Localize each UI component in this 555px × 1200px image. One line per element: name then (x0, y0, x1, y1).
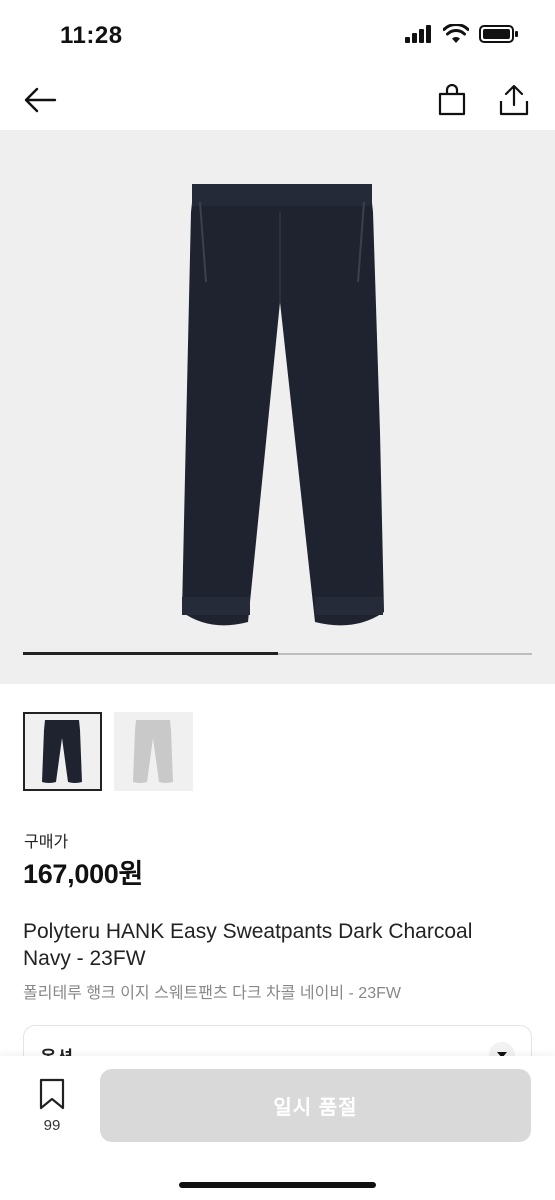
status-icons (405, 24, 519, 44)
battery-icon (479, 25, 518, 43)
wishlist-button[interactable]: 99 (30, 1078, 74, 1134)
bottom-action-bar: 99 일시 품절 (0, 1056, 555, 1200)
share-button[interactable] (494, 80, 534, 120)
carousel-progress-fill (23, 652, 278, 655)
thumbnail-list (23, 712, 193, 791)
price-label: 구매가 (24, 834, 69, 851)
back-arrow-icon (24, 87, 57, 113)
nav-bar (0, 70, 555, 128)
signal-icon (405, 25, 431, 43)
share-icon (499, 84, 529, 116)
bookmark-icon (39, 1078, 65, 1110)
back-button[interactable] (20, 80, 60, 120)
carousel-progress-track (23, 652, 532, 655)
status-bar: 11:28 (0, 0, 555, 70)
product-subtitle: 폴리테루 행크 이지 스웨트팬츠 다크 차콜 네이비 - 23FW (23, 985, 401, 1002)
cart-button[interactable] (432, 80, 472, 120)
shopping-bag-icon (438, 84, 466, 116)
thumbnail-pants-grey (133, 720, 173, 783)
thumbnail-pants-navy (42, 720, 82, 783)
home-indicator (179, 1182, 376, 1188)
product-title: Polyteru HANK Easy Sweatpants Dark Charc… (23, 920, 473, 970)
status-time: 11:28 (60, 22, 123, 49)
sweatpants-image (182, 184, 384, 626)
thumbnail-navy[interactable] (23, 712, 102, 791)
wifi-icon (443, 24, 469, 43)
wishlist-count: 99 (43, 1117, 61, 1134)
product-price: 167,000원 (23, 859, 144, 889)
sold-out-button[interactable]: 일시 품절 (100, 1069, 531, 1142)
thumbnail-grey[interactable] (114, 712, 193, 791)
product-image-carousel[interactable] (0, 130, 555, 684)
